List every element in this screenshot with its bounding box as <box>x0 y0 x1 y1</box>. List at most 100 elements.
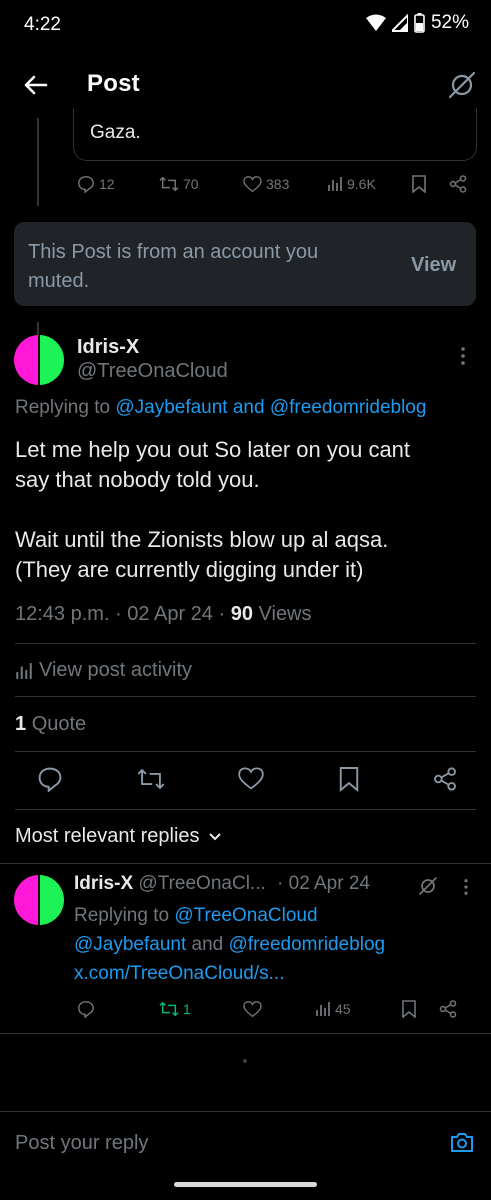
reply-author-name[interactable]: Idris-X <box>74 873 133 894</box>
divider <box>0 863 491 864</box>
repost-count: 70 <box>183 176 199 192</box>
replying-user-link[interactable]: @Jaybefaunt <box>74 934 186 955</box>
share-icon[interactable] <box>433 767 457 791</box>
signal-icon <box>391 14 408 32</box>
reply-header: Idris-X @TreeOnaCl... · 02 Apr 24 <box>74 873 370 895</box>
views-count: 9.6K <box>347 176 376 192</box>
like-button[interactable] <box>243 1000 315 1018</box>
quote-count: 1 <box>15 713 27 735</box>
battery-icon <box>414 13 425 33</box>
heart-icon[interactable] <box>238 767 264 791</box>
quoted-post-text: Gaza. <box>90 122 141 143</box>
author-handle[interactable]: @TreeOnaCloud <box>77 360 228 383</box>
repost-icon <box>159 176 179 192</box>
grok-icon[interactable] <box>447 70 477 100</box>
reply-icon[interactable] <box>37 766 63 792</box>
divider <box>15 809 476 810</box>
replying-to-line: Replying to @Jaybefaunt and @freedomride… <box>15 397 426 419</box>
views-chart-icon <box>316 1002 330 1016</box>
post-text-line: Let me help you out So later on you cant <box>15 437 411 462</box>
post-text-line: say that nobody told you. <box>15 467 260 492</box>
share-icon[interactable] <box>449 175 467 193</box>
views-button[interactable]: 9.6K <box>327 176 411 192</box>
replying-prefix: Replying to <box>15 397 116 418</box>
bookmark-icon[interactable] <box>338 766 360 792</box>
avatar[interactable] <box>14 335 64 385</box>
reply-icon <box>78 1001 94 1018</box>
post-date: 02 Apr 24 <box>127 603 213 625</box>
post-views-label: Views <box>258 603 312 625</box>
reply-date: · 02 Apr 24 <box>277 873 370 894</box>
loading-dot <box>243 1059 247 1063</box>
replying-user-link[interactable]: @TreeOnaCloud <box>174 905 317 926</box>
repost-count: 1 <box>183 1001 191 1017</box>
heart-icon <box>243 1000 262 1017</box>
thread-connector-line <box>37 118 39 206</box>
grok-icon[interactable] <box>418 876 438 896</box>
post-views-count: 90 <box>230 603 253 625</box>
activity-chart-icon <box>16 662 32 679</box>
replying-prefix: Replying to <box>74 905 175 926</box>
quote-count-link[interactable]: 1 Quote <box>15 713 86 736</box>
views-chart-icon <box>328 177 342 191</box>
reply-sort-dropdown[interactable]: Most relevant replies <box>15 825 222 848</box>
replying-user-link[interactable]: @freedomrideblog <box>229 934 386 955</box>
quote-label: Quote <box>31 713 87 735</box>
divider <box>15 696 476 697</box>
bookmark-icon[interactable] <box>401 1000 417 1018</box>
wifi-icon <box>365 14 386 31</box>
reply-body: Replying to @TreeOnaCloud @Jaybefaunt an… <box>74 901 385 988</box>
divider <box>0 1033 491 1034</box>
post-body: Let me help you out So later on you cant… <box>15 435 410 585</box>
like-count: 383 <box>266 176 290 192</box>
repost-button[interactable]: 70 <box>159 175 243 193</box>
post-text-line: (They are currently digging under it) <box>15 557 364 582</box>
divider <box>15 643 476 644</box>
reply-button[interactable] <box>77 1000 159 1018</box>
reply-button[interactable]: 12 <box>77 175 159 193</box>
reply-author-handle[interactable]: @TreeOnaCl... <box>138 873 265 894</box>
repost-button[interactable]: 1 <box>159 1000 243 1018</box>
muted-notice-text: This Post is from an account you muted. <box>28 241 319 292</box>
more-options-icon[interactable] <box>463 878 469 896</box>
replying-and: and <box>186 934 229 955</box>
chevron-down-icon <box>208 832 221 840</box>
status-bar: 4:22 52% <box>0 0 491 52</box>
share-icon[interactable] <box>439 1000 457 1018</box>
page-title: Post <box>87 70 140 97</box>
more-options-icon[interactable] <box>460 346 466 366</box>
view-muted-post-button[interactable]: View <box>411 254 456 277</box>
reply-count: 12 <box>99 176 115 192</box>
like-button[interactable]: 383 <box>243 175 327 193</box>
battery-percent: 52% <box>430 12 469 33</box>
views-button[interactable]: 45 <box>315 1001 401 1017</box>
reply-sort-label: Most relevant replies <box>15 825 200 847</box>
reply-actions: 1 45 <box>77 1000 467 1018</box>
home-indicator <box>174 1182 317 1187</box>
post-text-line: Wait until the Zionists blow up al aqsa. <box>15 527 389 552</box>
views-count: 45 <box>335 1001 351 1017</box>
post-time: 12:43 p.m. <box>15 603 110 625</box>
post-timestamp: 12:43 p.m. · 02 Apr 24 · 90 Views <box>15 603 312 625</box>
author-name[interactable]: Idris-X <box>77 336 139 359</box>
reply-icon <box>78 176 94 193</box>
reply-composer-input[interactable] <box>15 1126 415 1160</box>
reply-avatar[interactable] <box>14 875 64 925</box>
divider <box>0 1111 491 1112</box>
status-time: 4:22 <box>24 14 61 35</box>
thread-connector-line <box>37 322 39 336</box>
view-post-activity-link[interactable]: View post activity <box>15 659 192 682</box>
thread-post-actions: 12 70 383 9.6K <box>77 175 467 193</box>
activity-label: View post activity <box>39 659 193 681</box>
bookmark-icon[interactable] <box>411 175 427 193</box>
back-arrow-icon[interactable] <box>20 70 50 100</box>
repost-icon <box>159 1001 179 1017</box>
repost-icon[interactable] <box>137 766 165 792</box>
reply-link[interactable]: x.com/TreeOnaCloud/s... <box>74 963 284 984</box>
replying-users-link[interactable]: @Jaybefaunt and @freedomrideblog <box>115 397 426 418</box>
divider <box>15 751 476 752</box>
status-icons: 52% <box>365 12 469 34</box>
main-post-actions <box>37 766 457 792</box>
camera-icon[interactable] <box>450 1131 474 1153</box>
heart-icon <box>243 175 262 192</box>
